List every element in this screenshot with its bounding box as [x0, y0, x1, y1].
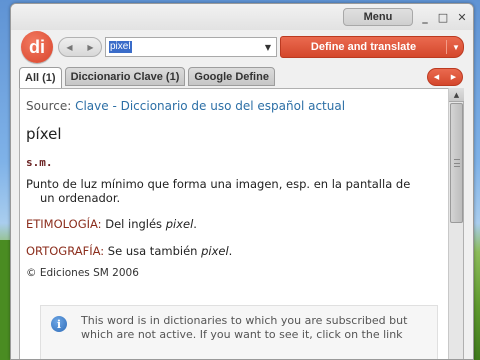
minimize-button[interactable]: _ — [417, 9, 433, 25]
app-logo[interactable]: di — [21, 31, 53, 63]
menu-button[interactable]: Menu — [343, 8, 413, 26]
etymology-label: ETIMOLOGÍA: — [26, 217, 102, 231]
etymology: ETIMOLOGÍA: Del inglés pixel. — [26, 217, 197, 231]
orthography: ORTOGRAFÍA: Se usa también pixel. — [26, 244, 233, 258]
source-line: Source: Clave - Diccionario de uso del e… — [26, 99, 345, 113]
chevron-down-icon[interactable]: ▼ — [448, 37, 464, 57]
scroll-up-icon[interactable]: ▲ — [449, 88, 464, 102]
define-and-translate-button[interactable]: Define and translate ▼ — [280, 36, 464, 58]
source-link[interactable]: Clave - Diccionario de uso del español a… — [75, 99, 345, 113]
title-bar: Menu _ □ ✕ — [11, 4, 473, 30]
definition-line-2: un ordenador. — [40, 191, 121, 205]
chevron-down-icon[interactable]: ▼ — [262, 40, 274, 54]
search-input[interactable]: pixel — [109, 41, 132, 53]
scrollbar-thumb[interactable] — [450, 103, 463, 223]
arrow-right-icon[interactable]: ▶ — [451, 73, 456, 81]
maximize-button[interactable]: □ — [435, 9, 451, 25]
close-button[interactable]: ✕ — [454, 9, 470, 25]
definition-panel: Source: Clave - Diccionario de uso del e… — [19, 88, 464, 359]
arrow-right-icon[interactable]: ▶ — [87, 43, 93, 52]
tab-scroll-buttons: ◀ ▶ — [427, 68, 463, 86]
define-button-label[interactable]: Define and translate — [281, 37, 446, 57]
history-nav: ◀ ▶ — [58, 37, 102, 57]
orthography-label: ORTOGRAFÍA: — [26, 244, 105, 258]
subscription-notice: i This word is in dictionaries to which … — [40, 305, 438, 359]
source-prefix: Source: — [26, 99, 72, 113]
copyright: © Ediciones SM 2006 — [26, 267, 139, 279]
definition-text: Punto de luz mínimo que forma una imagen… — [26, 177, 436, 205]
tab-google-define[interactable]: Google Define — [188, 67, 275, 86]
notice-text: This word is in dictionaries to which yo… — [81, 314, 408, 341]
dictionary-window: Menu _ □ ✕ di ◀ ▶ pixel ▼ Define and tra… — [10, 3, 474, 360]
vertical-scrollbar[interactable]: ▲ — [448, 88, 464, 359]
part-of-speech: s.m. — [26, 156, 53, 169]
arrow-left-icon[interactable]: ◀ — [434, 73, 439, 81]
search-field[interactable]: pixel ▼ — [105, 37, 277, 57]
arrow-left-icon[interactable]: ◀ — [66, 43, 72, 52]
grip-icon — [454, 159, 460, 167]
tab-strip: All (1) Diccionario Clave (1) Google Def… — [19, 67, 275, 89]
tab-diccionario-clave[interactable]: Diccionario Clave (1) — [64, 67, 186, 86]
headword: píxel — [26, 125, 62, 143]
orthography-word: pixel — [201, 244, 229, 258]
orthography-text: Se usa también — [107, 244, 198, 258]
tab-all[interactable]: All (1) — [19, 67, 62, 89]
etymology-word: pixel — [165, 217, 194, 231]
etymology-text: Del inglés — [105, 217, 163, 231]
definition-line-1: Punto de luz mínimo que forma una imagen… — [26, 177, 411, 191]
info-icon: i — [51, 316, 67, 332]
button-divider — [446, 40, 447, 54]
